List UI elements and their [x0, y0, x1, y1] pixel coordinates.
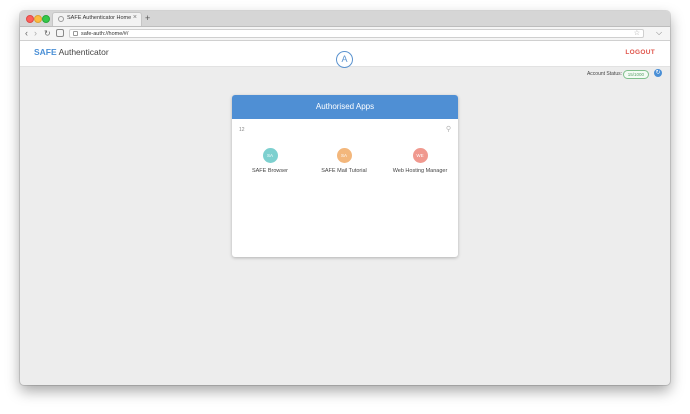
brand-name-rest: Authenticator — [56, 47, 109, 57]
brand-name-strong: SAFE — [34, 47, 57, 57]
home-icon[interactable] — [56, 29, 64, 37]
app-name: SAFE Browser — [251, 168, 289, 174]
app-avatar: SA — [262, 148, 278, 163]
address-bar[interactable]: safe-auth://home/#/ ☆ — [69, 29, 644, 38]
logout-button[interactable]: LOGOUT — [625, 49, 655, 56]
tab-title: SAFE Authenticator Home — [67, 15, 132, 21]
app-item-safe-mail-tutorial[interactable]: SA SAFE Mail Tutorial — [309, 148, 379, 174]
authorised-apps-card: Authorised Apps 12 ⚲ SA SAFE Browser SA … — [232, 95, 458, 257]
new-tab-button[interactable]: + — [145, 13, 150, 23]
card-title: Authorised Apps — [232, 95, 458, 119]
browser-tab[interactable]: SAFE Authenticator Home × — [52, 12, 142, 26]
browser-window: SAFE Authenticator Home × + ‹ › ↻ safe-a… — [20, 11, 670, 385]
back-button[interactable]: ‹ — [25, 28, 28, 39]
account-status-badge: 15/1000 — [622, 70, 649, 79]
brand-logo: SAFE Authenticator — [34, 47, 109, 57]
refresh-icon[interactable]: ↻ — [654, 69, 662, 77]
tab-close-icon[interactable]: × — [133, 14, 137, 21]
app-list: SA SAFE Browser SA SAFE Mail Tutorial WE… — [232, 148, 458, 188]
app-avatar: WE — [412, 148, 428, 163]
globe-icon — [58, 16, 64, 22]
minimize-window-button[interactable] — [34, 15, 42, 23]
apps-count: 12 — [239, 127, 245, 133]
maximize-window-button[interactable] — [42, 15, 50, 23]
account-status-label: Account Status: — [586, 71, 622, 77]
app-item-safe-browser[interactable]: SA SAFE Browser — [235, 148, 305, 174]
reload-button[interactable]: ↻ — [44, 28, 51, 39]
tab-strip: SAFE Authenticator Home × + — [20, 11, 670, 27]
bookmark-star-icon[interactable]: ☆ — [634, 29, 640, 37]
app-name: Web Hosting Manager — [392, 168, 448, 174]
url-text[interactable]: safe-auth://home/#/ — [81, 30, 128, 38]
page-icon — [73, 31, 78, 36]
forward-button[interactable]: › — [34, 28, 37, 39]
app-header: SAFE Authenticator A LOGOUT — [20, 41, 670, 68]
address-toolbar: ‹ › ↻ safe-auth://home/#/ ☆ ⌵ — [20, 27, 670, 41]
account-status: Account Status: 15/1000 ↻ — [544, 69, 664, 79]
close-window-button[interactable] — [26, 15, 34, 23]
search-icon[interactable]: ⚲ — [446, 125, 451, 133]
app-name: SAFE Mail Tutorial — [321, 168, 367, 174]
safe-logo-icon: A — [336, 51, 353, 68]
app-avatar: SA — [336, 148, 352, 163]
app-item-web-hosting-manager[interactable]: WE Web Hosting Manager — [385, 148, 455, 174]
logo-letter: A — [341, 54, 348, 64]
browser-menu-button[interactable]: ⌵ — [656, 28, 662, 38]
